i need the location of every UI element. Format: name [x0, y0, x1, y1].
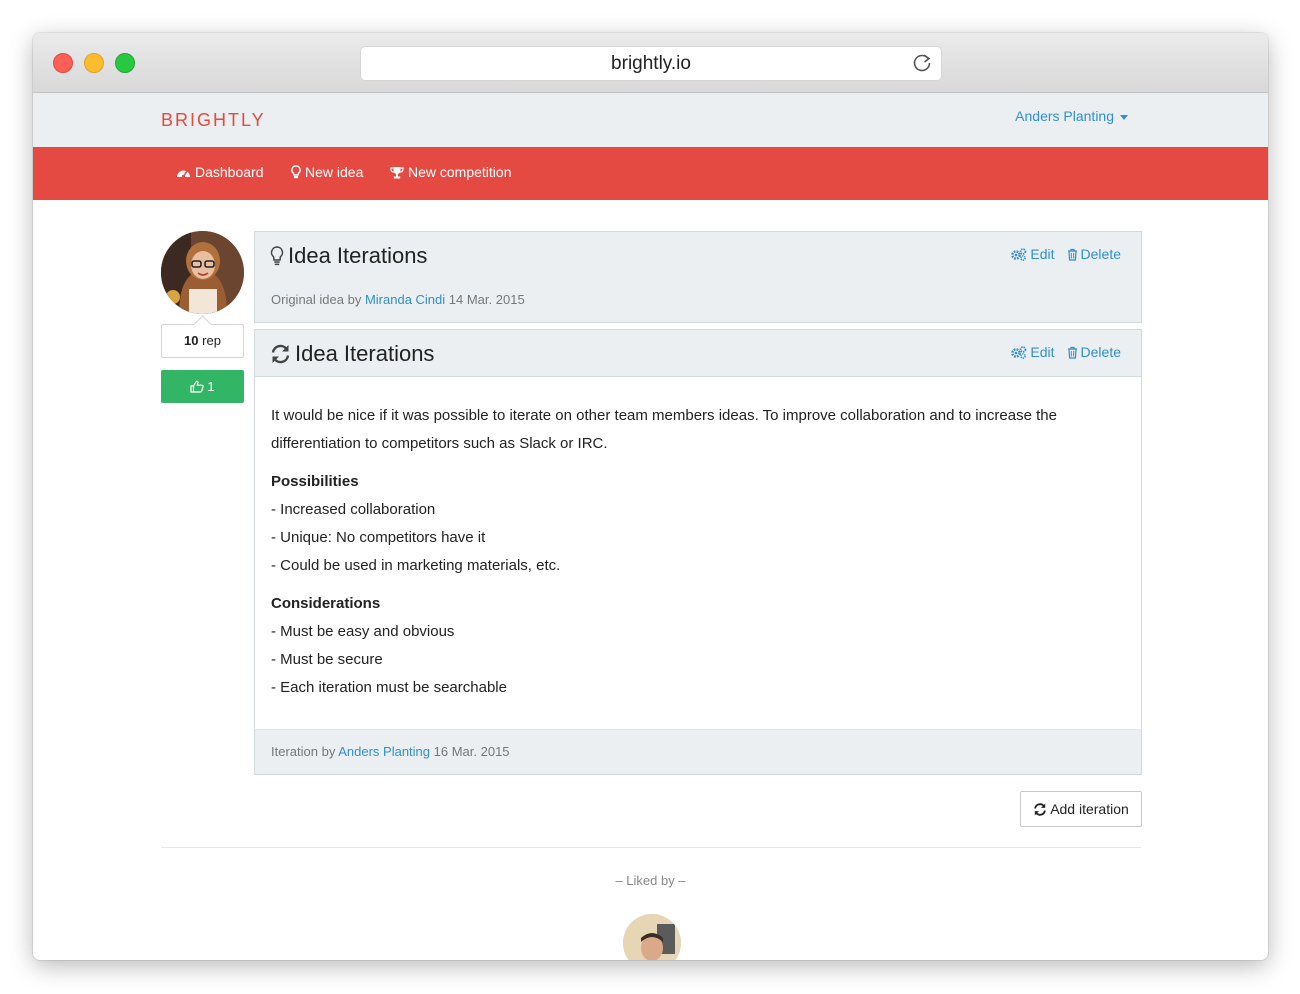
like-button[interactable]: 1: [161, 370, 244, 403]
reputation-value: 10: [184, 333, 199, 348]
dashboard-icon: [177, 170, 190, 178]
delete-iteration-label: Delete: [1080, 344, 1121, 360]
original-idea-heading: Idea Iterations: [270, 243, 427, 269]
delete-original-label: Delete: [1080, 246, 1121, 262]
iteration-by-label: Iteration by: [271, 744, 336, 759]
lightbulb-icon: [270, 246, 284, 266]
possibilities-heading: Possibilities: [271, 473, 359, 490]
url-text: brightly.io: [611, 53, 691, 74]
browser-window: brightly.io BRIGHTLY Anders Planting Das…: [33, 33, 1268, 960]
reputation-label: rep: [202, 333, 221, 348]
delete-original-button[interactable]: Delete: [1067, 246, 1121, 262]
iteration-footer: Iteration by Anders Planting 16 Mar. 201…: [255, 729, 1141, 774]
close-window-button[interactable]: [53, 53, 73, 73]
nav-new-idea-label: New idea: [305, 164, 364, 180]
liker-avatar[interactable]: [623, 914, 681, 960]
lightbulb-icon: [291, 165, 301, 179]
thumbs-up-icon: [190, 380, 205, 393]
edit-iteration-label: Edit: [1030, 344, 1055, 360]
iteration-date: 16 Mar. 2015: [433, 744, 510, 759]
brand-logo[interactable]: BRIGHTLY: [161, 110, 266, 131]
iteration-panel: Idea Iterations Edit Delete It would be …: [254, 329, 1142, 775]
list-item: - Could be used in marketing materials, …: [271, 557, 561, 574]
original-idea-title: Idea Iterations: [288, 243, 428, 268]
section-divider: [161, 847, 1141, 848]
reload-icon[interactable]: [911, 52, 933, 74]
edit-iteration-button[interactable]: Edit: [1011, 344, 1055, 360]
add-iteration-label: Add iteration: [1050, 801, 1129, 817]
edit-original-button[interactable]: Edit: [1011, 246, 1055, 262]
iteration-intro: It would be nice if it was possible to i…: [271, 407, 1057, 452]
original-by-label: Original idea by: [271, 292, 362, 307]
iteration-body: It would be nice if it was possible to i…: [271, 402, 1111, 712]
original-date: 14 Mar. 2015: [448, 292, 525, 307]
author-avatar[interactable]: [161, 231, 244, 314]
maximize-window-button[interactable]: [115, 53, 135, 73]
iteration-meta: Iteration by Anders Planting 16 Mar. 201…: [271, 744, 510, 759]
iteration-actions: Edit Delete: [1011, 344, 1121, 360]
nav-dashboard-label: Dashboard: [195, 164, 264, 180]
user-menu-dropdown[interactable]: Anders Planting: [1015, 108, 1128, 124]
nav-dashboard[interactable]: Dashboard: [176, 164, 264, 180]
add-iteration-button[interactable]: Add iteration: [1020, 791, 1142, 827]
browser-titlebar: brightly.io: [33, 33, 1268, 93]
trophy-icon: [390, 166, 404, 178]
considerations-heading: Considerations: [271, 595, 381, 612]
list-item: - Increased collaboration: [271, 501, 436, 518]
original-author-link[interactable]: Miranda Cindi: [365, 292, 445, 307]
list-item: - Unique: No competitors have it: [271, 529, 486, 546]
iteration-title: Idea Iterations: [295, 341, 435, 366]
top-navbar: BRIGHTLY Anders Planting: [33, 93, 1268, 147]
list-item: - Must be easy and obvious: [271, 623, 455, 640]
refresh-icon: [1034, 802, 1046, 816]
nav-new-competition-label: New competition: [408, 164, 512, 180]
address-bar[interactable]: brightly.io: [360, 46, 942, 81]
liked-by-label: – Liked by –: [615, 873, 686, 888]
trash-icon: [1067, 248, 1077, 261]
nav-new-idea[interactable]: New idea: [291, 164, 363, 180]
list-item: - Each iteration must be searchable: [271, 679, 507, 696]
original-idea-meta: Original idea by Miranda Cindi 14 Mar. 2…: [271, 292, 525, 307]
iteration-panel-header: Idea Iterations Edit Delete: [255, 330, 1141, 377]
nav-new-competition[interactable]: New competition: [390, 164, 512, 180]
edit-original-label: Edit: [1030, 246, 1055, 262]
user-name: Anders Planting: [1015, 108, 1114, 124]
like-count: 1: [207, 379, 215, 394]
delete-iteration-button[interactable]: Delete: [1067, 344, 1121, 360]
trash-icon: [1067, 346, 1077, 359]
possibilities-list: - Increased collaboration - Unique: No c…: [271, 496, 1111, 580]
minimize-window-button[interactable]: [84, 53, 104, 73]
reputation-badge: 10 rep: [161, 324, 244, 358]
gears-icon: [1011, 247, 1027, 261]
caret-down-icon: [1120, 114, 1128, 120]
refresh-icon: [271, 344, 290, 364]
considerations-list: - Must be easy and obvious - Must be sec…: [271, 618, 1111, 702]
iteration-author-link[interactable]: Anders Planting: [338, 744, 430, 759]
gears-icon: [1011, 345, 1027, 359]
original-idea-panel: Idea Iterations Edit Delete Original ide…: [254, 231, 1142, 323]
list-item: - Must be secure: [271, 651, 383, 668]
liker-avatar-image: [623, 914, 681, 960]
author-avatar-image: [161, 231, 244, 314]
iteration-heading: Idea Iterations: [270, 341, 434, 367]
original-idea-actions: Edit Delete: [1011, 246, 1121, 262]
main-menu: Dashboard New idea New competition: [33, 147, 1268, 200]
